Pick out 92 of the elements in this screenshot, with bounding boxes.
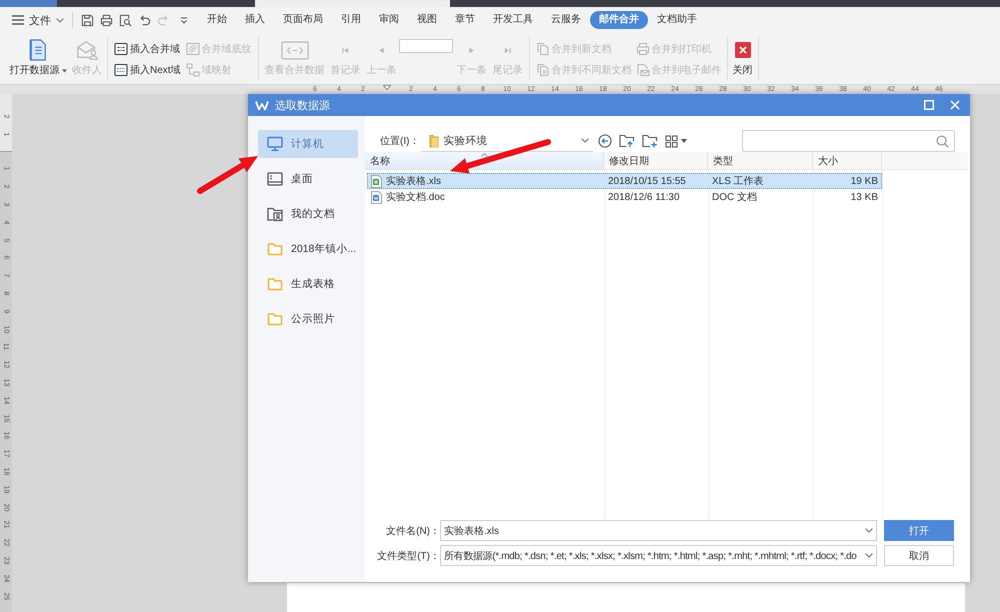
envelope-person-icon <box>75 39 99 61</box>
ribbon-tab[interactable]: 章节 <box>446 11 484 29</box>
field-preview-icon <box>280 40 309 60</box>
skip-back-icon <box>342 46 350 54</box>
sidebar-item[interactable]: 桌面 <box>258 165 358 193</box>
document-icon <box>28 38 48 62</box>
back-icon[interactable] <box>598 134 612 148</box>
window-icon <box>267 171 283 187</box>
print-preview-icon[interactable] <box>119 14 132 26</box>
close-button[interactable]: 关闭 <box>732 37 753 81</box>
ribbon-tab[interactable]: 开始 <box>198 11 236 29</box>
sort-caret-icon <box>481 153 488 157</box>
field-icon <box>114 42 128 56</box>
column-header[interactable]: 类型 <box>708 152 813 169</box>
shading-icon <box>186 42 200 56</box>
caret-icon[interactable] <box>681 139 688 143</box>
ribbon-tab[interactable]: 页面布局 <box>274 11 332 29</box>
table-cell-text: 19 KB <box>850 176 879 186</box>
sidebar-item[interactable]: 2018年镇小... <box>258 235 358 263</box>
table-cell-text: DOC 文档 <box>711 190 757 204</box>
chevron-down-icon <box>865 528 873 533</box>
file-row[interactable]: 实验表格.xls 2018/10/15 15:55 XLS 工作表 19 KB <box>367 173 882 189</box>
monitor-icon <box>267 136 283 152</box>
printer-icon[interactable] <box>100 14 113 26</box>
folder-icon <box>267 311 283 327</box>
document-file-icon <box>371 190 382 204</box>
documents-icon <box>536 42 550 56</box>
search-field[interactable] <box>742 130 955 152</box>
file-name: 实验表格.xls <box>386 174 441 188</box>
table-cell-text: XLS 工作表 <box>711 174 764 188</box>
ribbon-tab[interactable]: 开发工具 <box>484 11 542 29</box>
chevron-down-icon <box>581 138 590 143</box>
field-icon <box>114 63 128 77</box>
close-icon[interactable] <box>950 100 960 110</box>
insert-next-field-button[interactable]: 插入Next域 <box>114 62 181 78</box>
chevron-down-icon <box>865 553 873 558</box>
field-label: 文件名(N)： <box>385 524 440 538</box>
table-cell-text: 2018/10/15 15:55 <box>607 176 686 186</box>
mapping-icon <box>186 63 200 77</box>
ribbon-tab[interactable]: 引用 <box>332 11 370 29</box>
column-header[interactable]: 名称 <box>365 152 604 169</box>
ribbon-tab[interactable]: 文档助手 <box>648 11 706 29</box>
ribbon-tab[interactable]: 插入 <box>236 11 274 29</box>
folder-icon <box>267 241 283 257</box>
folder-up-icon[interactable] <box>619 134 636 148</box>
folder-icon <box>267 276 283 292</box>
table-cell-text: 13 KB <box>850 192 879 202</box>
annotation-arrow <box>197 156 258 194</box>
undo-icon[interactable] <box>138 14 151 26</box>
ribbon-tab[interactable]: 视图 <box>408 11 446 29</box>
close-icon <box>734 42 751 58</box>
documents-icon <box>536 63 550 77</box>
printer-icon <box>636 42 650 56</box>
file-type-dropdown[interactable]: 所有数据源(*.mdb; *.dsn; *.et; *.xls; *.xlsx; *.xlsm; *.htm; *.html; *.asp; *.mht; *.mhtml; *.rtf; *.docx; *.do <box>440 545 877 566</box>
ribbon-tab[interactable]: 云服务 <box>542 11 590 29</box>
sidebar-item[interactable]: 公示照片 <box>258 305 358 333</box>
ribbon-tab[interactable]: 邮件合并 <box>590 11 648 29</box>
file-name-field[interactable]: 实验表格.xls <box>440 520 877 541</box>
column-header[interactable]: 大小 <box>813 152 882 169</box>
folder-person-icon <box>267 206 283 222</box>
column-header[interactable]: 修改日期 <box>604 152 708 169</box>
dialog-title: 选取数据源 <box>275 98 330 112</box>
save-icon[interactable] <box>81 14 94 26</box>
search-icon <box>936 134 949 148</box>
caret-icon <box>62 68 66 72</box>
file-name: 实验文档.doc <box>386 190 445 204</box>
triangle-left-icon <box>378 46 386 54</box>
ribbon-tab[interactable]: 审阅 <box>370 11 408 29</box>
record-number-field[interactable] <box>398 39 453 53</box>
open-data-source-button[interactable]: 打开数据源 <box>8 37 68 81</box>
spreadsheet-file-icon <box>371 174 382 188</box>
folder-icon <box>429 134 440 148</box>
maximize-icon[interactable] <box>924 100 934 110</box>
triangle-right-icon <box>468 46 476 54</box>
file-menu-button[interactable]: 文件 <box>12 12 64 28</box>
table-cell-text: 2018/12/6 11:30 <box>607 192 680 202</box>
skip-forward-icon <box>504 46 512 54</box>
dialog-button[interactable]: 取消 <box>884 545 954 566</box>
file-row[interactable]: 实验文档.doc 2018/12/6 11:30 DOC 文档 13 KB <box>367 189 882 205</box>
insert-merge-field-button[interactable]: 插入合并域 <box>114 41 181 57</box>
chevron-down-icon <box>56 18 64 22</box>
app-logo-icon <box>255 100 269 110</box>
caret-icon[interactable] <box>180 16 188 24</box>
sidebar-item[interactable]: 我的文档 <box>258 200 358 228</box>
location-label: 位置(I)： <box>380 134 420 148</box>
grid-view-icon[interactable] <box>665 134 678 148</box>
sidebar-item[interactable]: 生成表格 <box>258 270 358 298</box>
dialog-button[interactable]: 打开 <box>884 520 954 541</box>
menu-icon <box>12 15 24 25</box>
new-folder-icon[interactable] <box>642 134 658 148</box>
field-label: 文件类型(T)： <box>376 550 440 562</box>
document-envelope-icon <box>636 63 650 77</box>
